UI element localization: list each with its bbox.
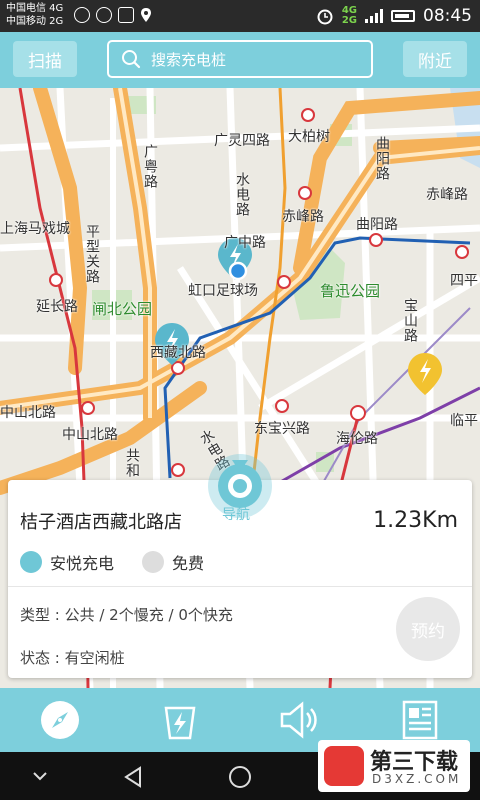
map-label: 广灵四路 [214, 133, 270, 149]
map-label: 广中路 [224, 235, 266, 251]
wifi-app-icon [118, 7, 134, 23]
status-info: 状态 : 有空闲桩 [20, 649, 125, 667]
type-info: 类型 : 公共 / 2个慢充 / 0个快充 [20, 606, 233, 624]
back-icon[interactable] [120, 764, 146, 790]
map-label: 海伦路 [336, 431, 378, 447]
scan-button[interactable]: 扫描 [13, 41, 77, 77]
map-label: 临平 [450, 413, 478, 429]
map-label: 平型关路 [84, 224, 100, 284]
battery-icon [391, 10, 415, 22]
signal-icon [365, 9, 383, 23]
carrier-1: 中国电信 4G [6, 3, 64, 14]
operator-logo-icon [20, 551, 42, 573]
fee-label: 免费 [172, 554, 205, 573]
map-label: 曲阳路 [374, 136, 390, 181]
network-type-2: 2G [341, 15, 357, 26]
search-icon [122, 50, 141, 69]
map-label: 中山北路 [62, 427, 118, 443]
map-label: 水电路 [234, 172, 250, 217]
nearby-button[interactable]: 附近 [403, 41, 467, 77]
map-label: 西藏北路 [150, 345, 206, 361]
map-label: 赤峰路 [426, 187, 468, 203]
current-location-dot [228, 261, 248, 281]
watermark-domain: D3XZ.COM [372, 772, 462, 786]
operator-name: 安悦充电 [50, 554, 115, 573]
carrier-2: 中国移动 2G [6, 16, 64, 27]
watermark: 第三下载 D3XZ.COM [318, 740, 470, 792]
download-logo-icon [324, 746, 364, 786]
search-input[interactable]: 搜索充电桩 [107, 40, 373, 78]
map-label: 东宝兴路 [254, 421, 310, 437]
home-icon[interactable] [227, 764, 253, 790]
chevron-down-icon[interactable] [30, 768, 50, 784]
yen-icon [142, 551, 164, 573]
navigate-label: 导航 [222, 507, 250, 523]
map-label: 共和 [124, 448, 140, 478]
alarm-icon [317, 9, 333, 25]
map-label: 闸北公园 [92, 300, 153, 318]
operator-tag: 安悦充电 [20, 550, 114, 574]
map-label: 广粤路 [142, 144, 158, 189]
user-icon [74, 7, 90, 23]
map-label: 延长路 [36, 299, 78, 315]
compass-icon[interactable] [38, 698, 82, 742]
map-label: 中山北路 [0, 405, 56, 421]
map-label: 虹口足球场 [188, 283, 258, 299]
divider [8, 586, 472, 587]
station-distance: 1.23Km [373, 508, 458, 533]
map-label: 大柏树 [288, 129, 330, 145]
chat-icon [96, 7, 112, 23]
speaker-icon[interactable] [276, 698, 320, 742]
map-label: 曲阳路 [356, 217, 398, 233]
location-icon [141, 8, 151, 22]
map-label: 赤峰路 [282, 209, 324, 225]
status-bar: 中国电信 4G 中国移动 2G 4G 2G 08:45 [0, 0, 480, 32]
station-name: 桔子酒店西藏北路店 [20, 512, 182, 533]
reserve-button[interactable]: 预约 [396, 597, 460, 661]
map-label: 鲁迅公园 [320, 282, 381, 300]
clock: 08:45 [423, 6, 472, 26]
search-placeholder: 搜索充电桩 [151, 50, 227, 69]
map-label: 上海马戏城 [0, 221, 70, 237]
news-icon[interactable] [398, 698, 442, 742]
top-bar: 扫描 搜索充电桩 附近 [0, 32, 480, 88]
map-label: 宝山路 [402, 298, 418, 343]
notification-icons [74, 7, 152, 23]
charger-icon[interactable] [158, 698, 202, 742]
fee-tag: 免费 [142, 550, 204, 574]
map-label: 四平 [450, 273, 478, 289]
